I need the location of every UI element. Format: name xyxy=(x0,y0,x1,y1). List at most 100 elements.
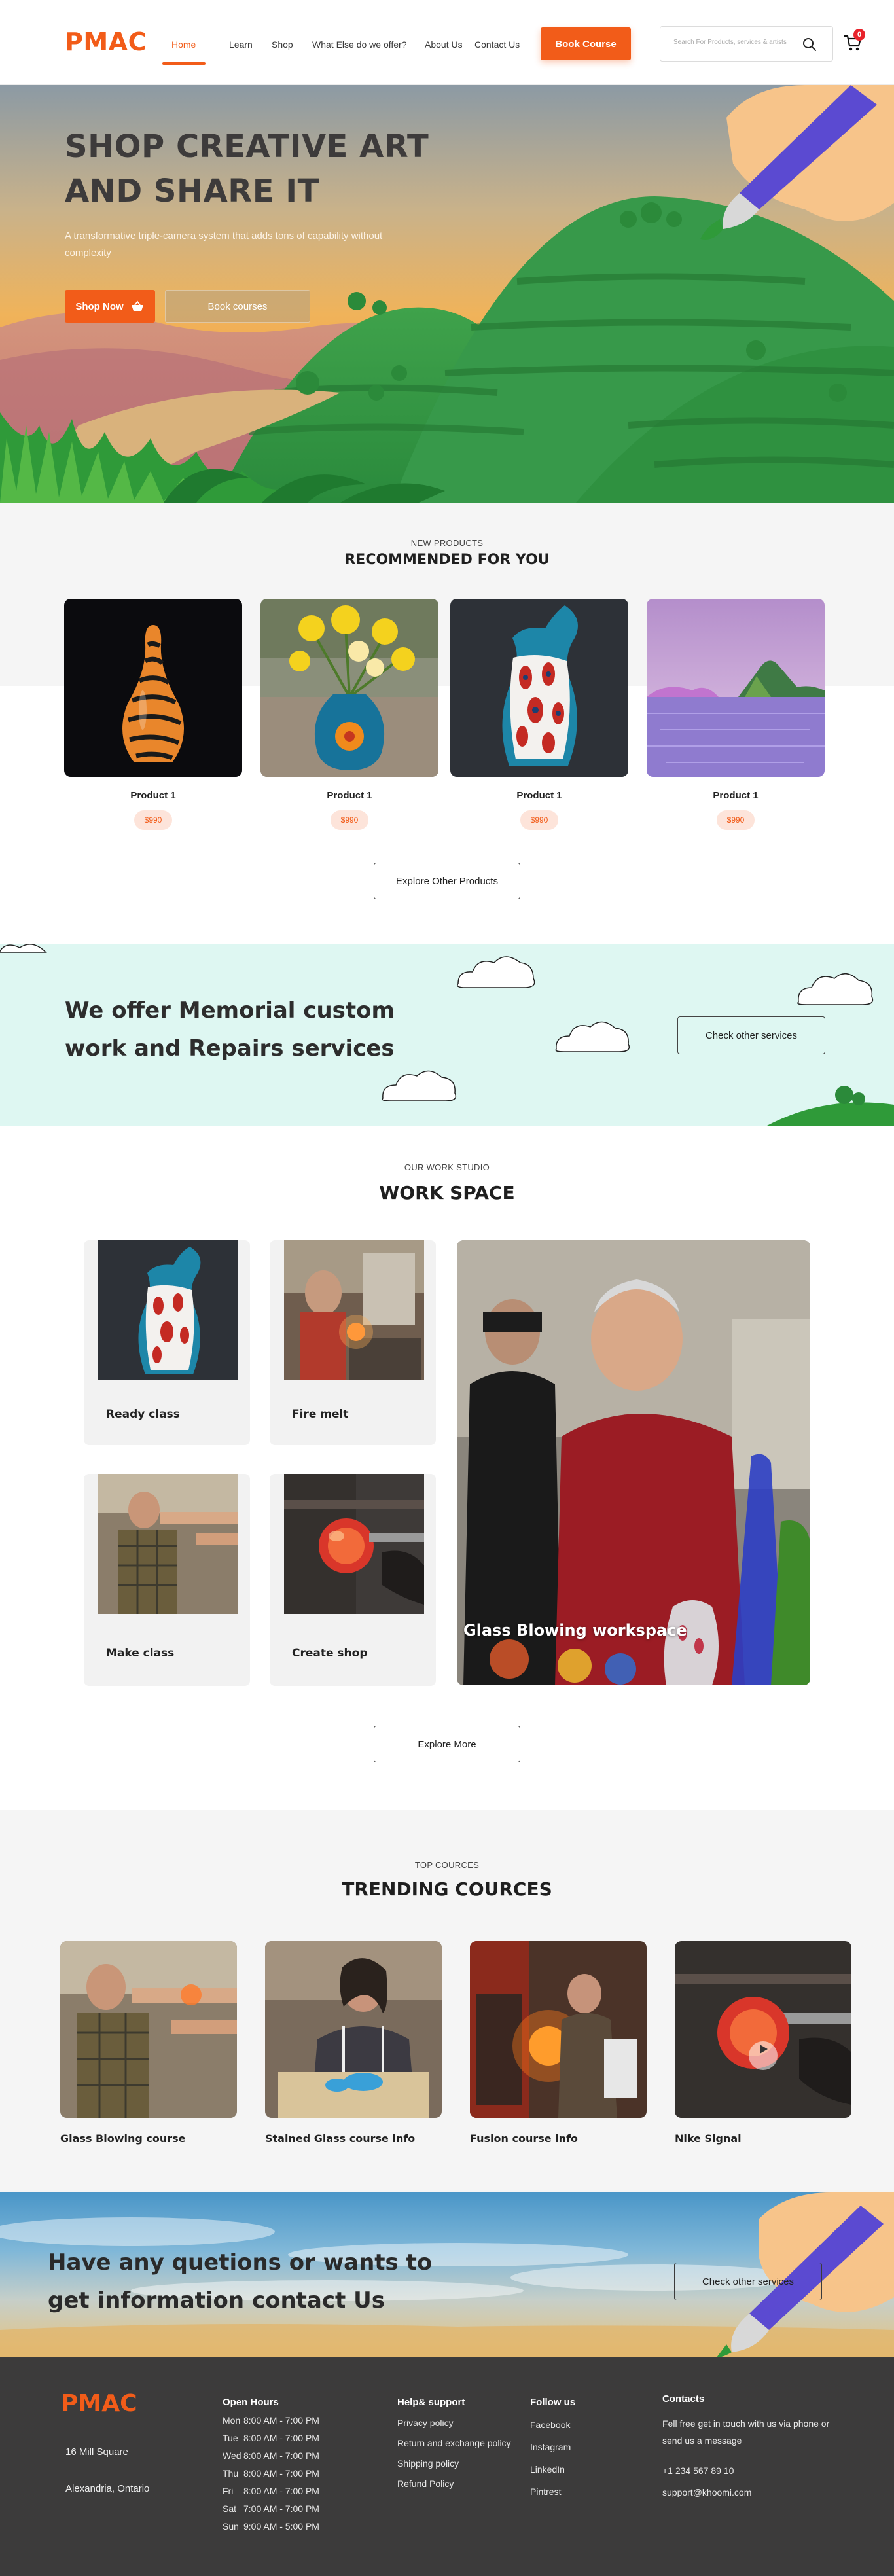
footer-link-shipping[interactable]: Shipping policy xyxy=(397,2458,459,2469)
nav-what-else[interactable]: What Else do we offer? xyxy=(312,39,406,50)
search-icon[interactable] xyxy=(802,37,817,52)
product-price: $990 xyxy=(717,810,755,830)
nav-active-indicator xyxy=(162,62,206,65)
hours-row: Wed 8:00 AM - 7:00 PM xyxy=(223,2450,319,2461)
workspace-feature-image[interactable]: Glass Blowing workspace xyxy=(457,1240,810,1685)
workspace-eyebrow: OUR WORK STUDIO xyxy=(404,1162,490,1172)
product-card[interactable]: Product 1 $990 xyxy=(260,599,438,830)
footer-link-refund[interactable]: Refund Policy xyxy=(397,2478,454,2489)
nav-about[interactable]: About Us xyxy=(425,39,463,50)
hours-row: Sun 9:00 AM - 5:00 PM xyxy=(223,2521,319,2531)
footer-help-title: Help& support xyxy=(397,2397,465,2408)
footer-address-line: Alexandria, Ontario xyxy=(65,2483,150,2494)
workspace-card-label: Fire melt xyxy=(292,1408,349,1421)
footer-link-returns[interactable]: Return and exchange policy xyxy=(397,2438,511,2448)
hours-day: Fri xyxy=(223,2486,234,2496)
footer-link-linkedin[interactable]: LinkedIn xyxy=(530,2464,565,2475)
footer-logo[interactable]: PMAC xyxy=(61,2390,137,2417)
course-name: Stained Glass course info xyxy=(265,2132,416,2145)
cart-button[interactable]: 0 xyxy=(843,29,867,54)
course-image[interactable] xyxy=(470,1941,647,2118)
workspace-card-label: Create shop xyxy=(292,1647,368,1660)
hero-title: SHOP CREATIVE ART AND SHARE IT xyxy=(65,128,429,209)
book-course-button[interactable]: Book Course xyxy=(541,27,631,60)
hours-time: 7:00 AM - 7:00 PM xyxy=(243,2503,319,2514)
explore-products-button[interactable]: Explore Other Products xyxy=(374,863,520,899)
course-name: Nike Signal xyxy=(675,2132,742,2145)
hours-day: Tue xyxy=(223,2433,238,2443)
course-image[interactable] xyxy=(265,1941,442,2118)
explore-more-button[interactable]: Explore More xyxy=(374,1726,520,1762)
nav-learn[interactable]: Learn xyxy=(229,39,253,50)
workspace-card-label: Make class xyxy=(106,1647,175,1660)
hours-time: 8:00 AM - 7:00 PM xyxy=(243,2433,319,2443)
product-image[interactable] xyxy=(64,599,242,777)
workspace-feature-label: Glass Blowing workspace xyxy=(463,1621,687,1639)
hours-row: Mon 8:00 AM - 7:00 PM xyxy=(223,2415,319,2425)
workspace-card-image xyxy=(284,1240,424,1380)
footer-link-facebook[interactable]: Facebook xyxy=(530,2420,570,2430)
shop-now-button[interactable]: Shop Now xyxy=(65,290,155,323)
hours-day: Thu xyxy=(223,2468,239,2478)
site-header: PMAC Home Learn Shop What Else do we off… xyxy=(0,0,894,85)
basket-icon xyxy=(131,300,143,311)
course-card[interactable]: Stained Glass course info xyxy=(265,1941,442,2145)
hours-row: Tue 8:00 AM - 7:00 PM xyxy=(223,2433,319,2443)
products-title: RECOMMENDED FOR YOU xyxy=(344,552,550,568)
hours-time: 8:00 AM - 7:00 PM xyxy=(243,2450,319,2461)
course-image[interactable] xyxy=(60,1941,237,2118)
contact-banner: Have any quetions or wants to get inform… xyxy=(0,2192,894,2357)
products-eyebrow: NEW PRODUCTS xyxy=(410,538,484,548)
hours-row: Fri 8:00 AM - 7:00 PM xyxy=(223,2486,319,2496)
product-card[interactable]: Product 1 $990 xyxy=(64,599,242,830)
product-price: $990 xyxy=(331,810,368,830)
hours-row: Sat 7:00 AM - 7:00 PM xyxy=(223,2503,319,2514)
memorial-headline: We offer Memorial custom work and Repair… xyxy=(65,997,395,1062)
footer-link-pinterest[interactable]: Pintrest xyxy=(530,2486,561,2497)
contact-headline: Have any quetions or wants to get inform… xyxy=(48,2249,433,2314)
workspace-card-label: Ready class xyxy=(106,1408,180,1421)
hours-time: 9:00 AM - 5:00 PM xyxy=(243,2521,319,2531)
workspace-card[interactable]: Ready class xyxy=(84,1240,250,1445)
product-price: $990 xyxy=(520,810,558,830)
footer-contacts-text: Fell free get in touch with us via phone… xyxy=(662,2418,830,2446)
course-card[interactable]: Fusion course info xyxy=(470,1941,647,2145)
hours-time: 8:00 AM - 7:00 PM xyxy=(243,2486,319,2496)
book-courses-button[interactable]: Book courses xyxy=(165,290,310,323)
product-image[interactable] xyxy=(260,599,438,777)
product-card[interactable]: Product 1 $990 xyxy=(647,599,825,830)
search-input[interactable] xyxy=(673,39,798,46)
footer-email[interactable]: support@khoomi.com xyxy=(662,2487,751,2497)
footer-phone[interactable]: +1 234 567 89 10 xyxy=(662,2465,734,2476)
hero-banner: SHOP CREATIVE ART AND SHARE IT A transfo… xyxy=(0,85,894,503)
course-card[interactable]: Glass Blowing course xyxy=(60,1941,237,2145)
workspace-card-image xyxy=(284,1474,424,1614)
contact-check-services-button[interactable]: Check other services xyxy=(674,2263,822,2300)
product-card[interactable]: Product 1 $990 xyxy=(450,599,628,830)
nav-shop[interactable]: Shop xyxy=(272,39,293,50)
footer-link-instagram[interactable]: Instagram xyxy=(530,2442,571,2452)
product-name: Product 1 xyxy=(713,790,759,801)
course-card[interactable]: Nike Signal xyxy=(675,1941,851,2145)
brand-logo[interactable]: PMAC xyxy=(65,27,147,56)
shop-now-label: Shop Now xyxy=(75,300,124,312)
workspace-card[interactable]: Fire melt xyxy=(270,1240,436,1445)
footer-hours-title: Open Hours xyxy=(223,2397,279,2408)
footer-link-privacy[interactable]: Privacy policy xyxy=(397,2418,454,2428)
nav-contact[interactable]: Contact Us xyxy=(474,39,520,50)
product-image[interactable] xyxy=(647,599,825,777)
product-price: $990 xyxy=(134,810,172,830)
product-image[interactable] xyxy=(450,599,628,777)
hours-time: 8:00 AM - 7:00 PM xyxy=(243,2468,319,2478)
workspace-card[interactable]: Create shop xyxy=(270,1474,436,1686)
footer-contacts-title: Contacts xyxy=(662,2393,705,2405)
course-image[interactable] xyxy=(675,1941,851,2118)
hours-day: Mon xyxy=(223,2415,241,2425)
hours-time: 8:00 AM - 7:00 PM xyxy=(243,2415,319,2425)
course-name: Fusion course info xyxy=(470,2132,579,2145)
hours-day: Sat xyxy=(223,2503,237,2514)
nav-home[interactable]: Home xyxy=(171,39,196,50)
check-services-button[interactable]: Check other services xyxy=(677,1016,825,1054)
courses-eyebrow: TOP COURCES xyxy=(414,1860,480,1870)
workspace-card[interactable]: Make class xyxy=(84,1474,250,1686)
